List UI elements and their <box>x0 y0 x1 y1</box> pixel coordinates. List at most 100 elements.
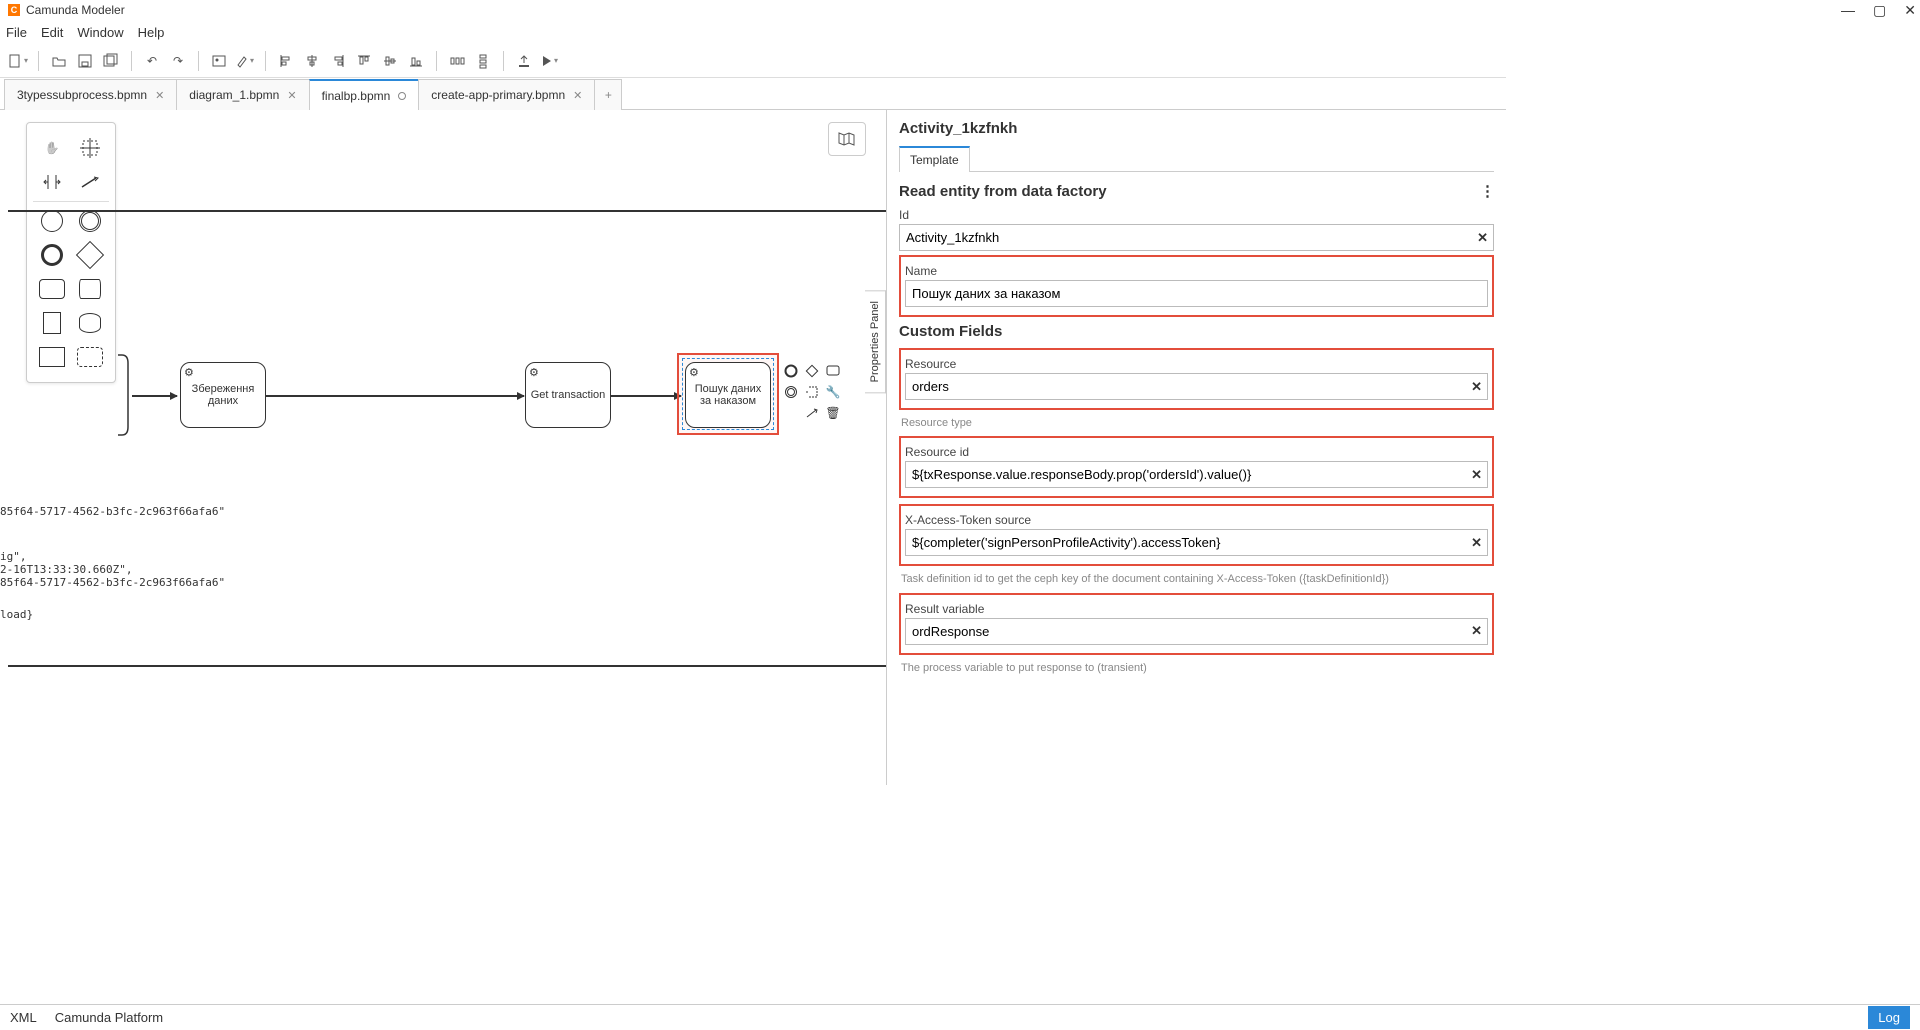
new-file-button[interactable] <box>6 49 30 73</box>
connect[interactable] <box>803 404 821 422</box>
task-save-data[interactable]: ⚙ Збереження даних <box>180 362 266 428</box>
align-right-button[interactable] <box>326 49 350 73</box>
section-custom-fields: Custom Fields <box>899 323 1002 340</box>
window-close-icon[interactable]: ✕ <box>1904 2 1916 19</box>
append-gateway[interactable] <box>803 362 821 380</box>
distribute-v-button[interactable] <box>471 49 495 73</box>
align-left-button[interactable] <box>274 49 298 73</box>
tab-finalbp[interactable]: finalbp.bpmn <box>309 79 420 110</box>
close-icon[interactable]: ✕ <box>287 89 296 102</box>
gear-icon: ⚙ <box>529 366 539 379</box>
xat-label: X-Access-Token source <box>905 513 1488 527</box>
create-data-object[interactable] <box>37 308 67 338</box>
editor-tabs: 3typessubprocess.bpmn✕ diagram_1.bpmn✕ f… <box>0 78 1506 110</box>
panel-title: Activity_1kzfnkh <box>899 120 1494 137</box>
clear-icon[interactable]: ✕ <box>1471 623 1482 639</box>
undo-button[interactable]: ↶ <box>140 49 164 73</box>
save-button[interactable] <box>73 49 97 73</box>
close-icon[interactable]: ✕ <box>155 89 164 102</box>
lasso-tool[interactable] <box>75 133 105 163</box>
xat-input[interactable] <box>905 529 1488 556</box>
properties-panel: Activity_1kzfnkh Template Read entity fr… <box>886 110 1506 785</box>
id-label: Id <box>899 208 1494 222</box>
id-input[interactable] <box>899 224 1494 251</box>
task-get-transaction[interactable]: ⚙ Get transaction <box>525 362 611 428</box>
clear-icon[interactable]: ✕ <box>1471 535 1482 551</box>
resource-input[interactable] <box>905 373 1488 400</box>
code-snippet: load} <box>0 608 33 621</box>
menu-window[interactable]: Window <box>77 25 123 40</box>
create-end-event[interactable] <box>37 240 67 270</box>
panel-tab-template[interactable]: Template <box>899 146 970 172</box>
properties-panel-toggle[interactable]: Properties Panel <box>865 290 886 393</box>
footer-xml-button[interactable]: XML <box>10 1010 37 1025</box>
name-label: Name <box>905 264 1488 278</box>
result-var-label: Result variable <box>905 602 1488 616</box>
footer-platform-button[interactable]: Camunda Platform <box>55 1010 163 1025</box>
align-center-h-button[interactable] <box>300 49 324 73</box>
tab-3typessubprocess[interactable]: 3typessubprocess.bpmn✕ <box>4 79 177 110</box>
delete[interactable]: 🗑 <box>824 404 842 422</box>
task-search-order-data[interactable]: ⚙ Пошук даних за наказом <box>685 362 771 428</box>
code-snippet: 85f64-5717-4562-b3fc-2c963f66afa6" <box>0 505 225 518</box>
footer-log-button[interactable]: Log <box>1868 1006 1910 1029</box>
save-all-button[interactable] <box>99 49 123 73</box>
status-bar: XML Camunda Platform Log <box>0 1004 1920 1030</box>
create-cylinder[interactable] <box>75 308 105 338</box>
xat-helper: Task definition id to get the ceph key o… <box>901 572 1494 586</box>
app-logo-icon: C <box>8 4 20 16</box>
menu-help[interactable]: Help <box>138 25 165 40</box>
section-template-title: Read entity from data factory <box>899 183 1107 200</box>
run-button[interactable] <box>538 49 562 73</box>
align-center-v-button[interactable] <box>378 49 402 73</box>
create-group[interactable] <box>75 342 105 372</box>
annotate[interactable] <box>803 383 821 401</box>
resource-label: Resource <box>905 357 1488 371</box>
align-bottom-button[interactable] <box>404 49 428 73</box>
create-data-store[interactable] <box>75 274 105 304</box>
color-button[interactable] <box>233 49 257 73</box>
create-task[interactable] <box>37 274 67 304</box>
image-export-button[interactable] <box>207 49 231 73</box>
create-gateway[interactable] <box>75 240 105 270</box>
resource-id-input[interactable] <box>905 461 1488 488</box>
name-input[interactable] <box>905 280 1488 307</box>
gear-icon: ⚙ <box>689 366 699 379</box>
clear-icon[interactable]: ✕ <box>1471 467 1482 483</box>
append-end-event[interactable] <box>782 362 800 380</box>
tab-add-button[interactable]: + <box>594 79 622 110</box>
tab-create-app-primary[interactable]: create-app-primary.bpmn✕ <box>418 79 595 110</box>
title-bar: C Camunda Modeler — ▢ ✕ <box>0 0 1506 20</box>
menu-bar: File Edit Window Help <box>0 20 1506 44</box>
open-button[interactable] <box>47 49 71 73</box>
menu-file[interactable]: File <box>6 25 27 40</box>
append-intermediate[interactable] <box>782 383 800 401</box>
menu-edit[interactable]: Edit <box>41 25 63 40</box>
kebab-icon[interactable]: ⋮ <box>1480 182 1494 200</box>
result-var-helper: The process variable to put response to … <box>901 661 1494 675</box>
deploy-button[interactable] <box>512 49 536 73</box>
space-tool[interactable] <box>37 167 67 197</box>
window-minimize-icon[interactable]: — <box>1841 2 1855 19</box>
hand-tool[interactable] <box>37 133 67 163</box>
close-icon[interactable]: ✕ <box>573 89 582 102</box>
redo-button[interactable]: ↷ <box>166 49 190 73</box>
toolbar: ↶ ↷ <box>0 44 1506 78</box>
distribute-h-button[interactable] <box>445 49 469 73</box>
code-snippet: ig", 2-16T13:33:30.660Z", 85f64-5717-456… <box>0 550 225 589</box>
app-title: Camunda Modeler <box>26 3 125 17</box>
minimap-toggle[interactable] <box>828 122 866 156</box>
change-type[interactable]: 🔧 <box>824 383 842 401</box>
diagram-canvas[interactable]: Properties Panel ⚙ Збереження даних ⚙ Ge… <box>0 110 886 785</box>
align-top-button[interactable] <box>352 49 376 73</box>
window-maximize-icon[interactable]: ▢ <box>1873 2 1886 19</box>
clear-icon[interactable]: ✕ <box>1471 379 1482 395</box>
result-var-input[interactable] <box>905 618 1488 645</box>
resource-id-label: Resource id <box>905 445 1488 459</box>
clear-icon[interactable]: ✕ <box>1477 230 1488 246</box>
tab-diagram1[interactable]: diagram_1.bpmn✕ <box>176 79 309 110</box>
create-participant[interactable] <box>37 342 67 372</box>
unsaved-indicator-icon <box>398 92 406 100</box>
append-task[interactable] <box>824 362 842 380</box>
global-connect-tool[interactable] <box>75 167 105 197</box>
